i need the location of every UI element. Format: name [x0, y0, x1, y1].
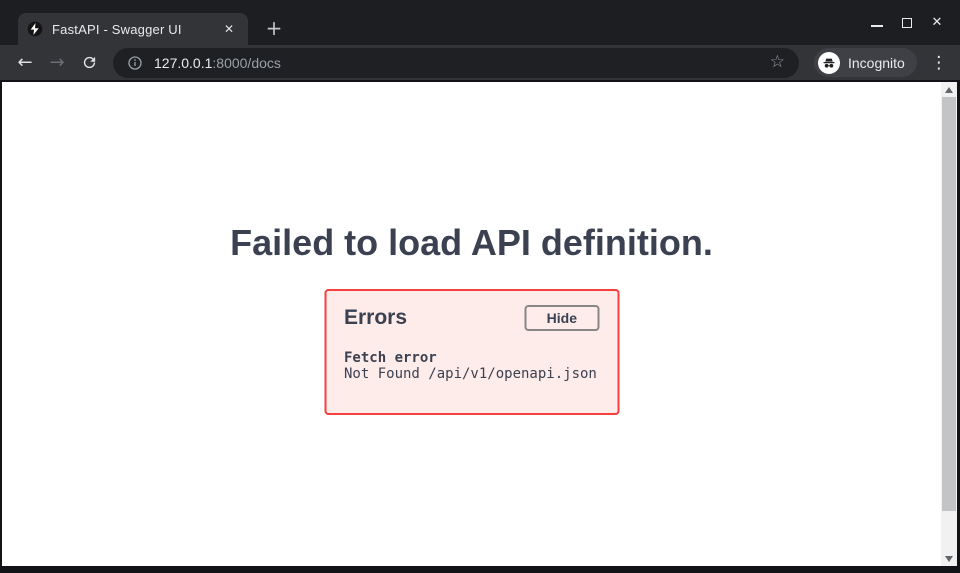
window-controls: ✕	[862, 0, 952, 45]
maximize-icon	[902, 18, 912, 28]
new-tab-button[interactable]: +	[260, 13, 288, 43]
scrollbar[interactable]	[941, 82, 957, 566]
back-button[interactable]: ←	[11, 49, 39, 77]
reload-icon	[81, 54, 98, 71]
address-bar[interactable]: 127.0.0.1:8000/docs ☆	[113, 48, 799, 78]
window-close-button[interactable]: ✕	[922, 8, 952, 38]
incognito-badge: Incognito	[814, 48, 917, 77]
arrow-left-icon: ←	[17, 54, 32, 72]
menu-button[interactable]: ⋮	[926, 49, 952, 77]
swagger-page: Failed to load API definition. Errors Hi…	[2, 82, 941, 566]
url-path: :8000/docs	[212, 55, 281, 71]
scrollbar-thumb[interactable]	[942, 97, 956, 511]
hide-errors-button[interactable]: Hide	[525, 305, 599, 331]
tab-title: FastAPI - Swagger UI	[52, 22, 220, 37]
bookmark-star-icon[interactable]: ☆	[770, 54, 785, 71]
url-host: 127.0.0.1	[154, 55, 212, 71]
fastapi-favicon-icon	[27, 21, 43, 37]
error-item: Fetch error Not Found /api/v1/openapi.js…	[344, 350, 599, 382]
site-info-icon[interactable]	[127, 55, 143, 71]
reload-button[interactable]	[75, 49, 103, 77]
arrow-right-icon: →	[49, 54, 64, 72]
browser-window: { "browser": { "tab_title": "FastAPI - S…	[0, 0, 960, 573]
maximize-button[interactable]	[892, 8, 922, 38]
triangle-up-icon	[945, 87, 953, 93]
error-source: Fetch error	[344, 350, 599, 366]
errors-panel-header: Errors Hide	[344, 303, 599, 333]
errors-panel: Errors Hide Fetch error Not Found /api/v…	[324, 289, 619, 415]
kebab-icon: ⋮	[930, 53, 947, 73]
error-heading: Failed to load API definition.	[2, 223, 941, 263]
incognito-label: Incognito	[848, 55, 905, 71]
error-message: Not Found /api/v1/openapi.json	[344, 366, 599, 382]
url-text[interactable]: 127.0.0.1:8000/docs	[154, 55, 281, 71]
minimize-icon	[871, 25, 883, 27]
tab-close-icon[interactable]: ✕	[220, 21, 238, 37]
browser-toolbar: ← → 127.0.0.1:8000/docs ☆	[0, 45, 960, 80]
window-close-icon: ✕	[932, 15, 943, 30]
scroll-up-button[interactable]	[941, 82, 957, 97]
titlebar: FastAPI - Swagger UI ✕ + ✕	[0, 0, 960, 45]
minimize-button[interactable]	[862, 8, 892, 38]
page-viewport: Failed to load API definition. Errors Hi…	[0, 80, 960, 573]
forward-button[interactable]: →	[43, 49, 71, 77]
errors-title: Errors	[344, 306, 407, 330]
browser-tab[interactable]: FastAPI - Swagger UI ✕	[18, 13, 248, 45]
triangle-down-icon	[945, 556, 953, 562]
scroll-down-button[interactable]	[941, 551, 957, 566]
incognito-icon	[818, 52, 840, 74]
plus-icon: +	[266, 16, 283, 40]
